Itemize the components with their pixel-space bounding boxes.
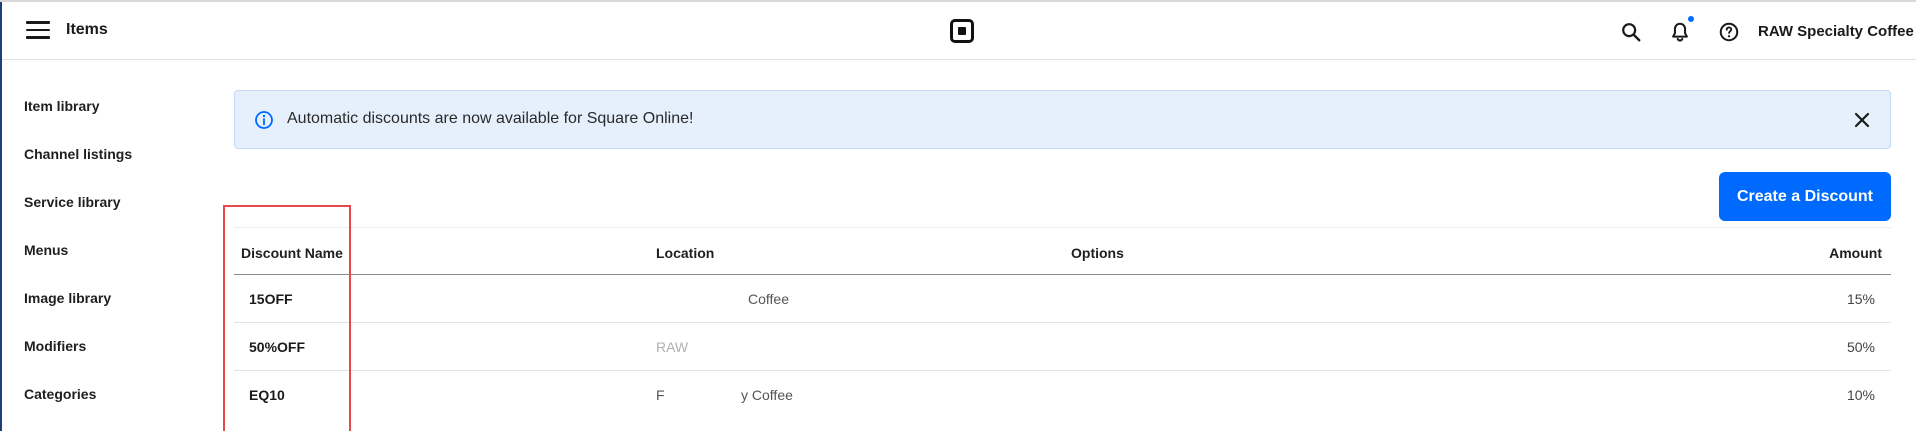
banner-message: Automatic discounts are now available fo… [287,110,694,127]
column-header-amount[interactable]: Amount [1829,245,1882,261]
sidebar-item-item-library[interactable]: Item library [24,90,194,138]
window-left-edge [0,0,2,431]
page-title: Items [66,21,108,38]
top-header: Items RAW Specialty Coffee [2,2,1916,60]
help-icon[interactable] [1718,21,1740,43]
column-header-options[interactable]: Options [1071,245,1124,261]
amount-cell: 15% [1846,291,1875,307]
search-icon[interactable] [1620,21,1642,43]
sidebar: Item library Channel listings Service li… [24,90,194,426]
close-icon[interactable] [1852,110,1872,130]
menu-icon[interactable] [26,21,50,41]
location-cell: Coffee [656,291,789,307]
bell-icon[interactable] [1669,21,1691,43]
discounts-table: Discount Name Location Options Amount 15… [234,227,1891,419]
table-row[interactable]: 50%OFF RAW 50% [234,323,1891,371]
location-text: y Coffee [741,387,793,403]
sidebar-item-channel-listings[interactable]: Channel listings [24,138,194,186]
location-cell: Fy Coffee [656,387,793,403]
info-banner: Automatic discounts are now available fo… [234,90,1891,149]
discount-name-cell[interactable]: 50%OFF [249,339,305,355]
notification-dot [1687,15,1695,23]
amount-cell: 50% [1846,339,1875,355]
sidebar-item-service-library[interactable]: Service library [24,186,194,234]
amount-cell: 10% [1846,387,1875,403]
sidebar-item-menus[interactable]: Menus [24,234,194,282]
table-row[interactable]: 15OFF Coffee 15% [234,275,1891,323]
sidebar-item-modifiers[interactable]: Modifiers [24,330,194,378]
table-header-row: Discount Name Location Options Amount [234,227,1891,275]
column-header-discount-name[interactable]: Discount Name [241,245,343,261]
create-discount-button[interactable]: Create a Discount [1719,172,1891,221]
square-logo-icon[interactable] [950,19,974,43]
location-cell: RAW [656,339,689,355]
sidebar-item-categories[interactable]: Categories [24,378,194,426]
business-name[interactable]: RAW Specialty Coffee [1758,23,1914,40]
table-row[interactable]: EQ10 Fy Coffee 10% [234,371,1891,419]
column-header-location[interactable]: Location [656,245,714,261]
discount-name-cell[interactable]: 15OFF [249,291,293,307]
sidebar-item-image-library[interactable]: Image library [24,282,194,330]
info-icon [255,111,273,129]
location-text: Coffee [748,291,789,307]
discount-name-cell[interactable]: EQ10 [249,387,285,403]
